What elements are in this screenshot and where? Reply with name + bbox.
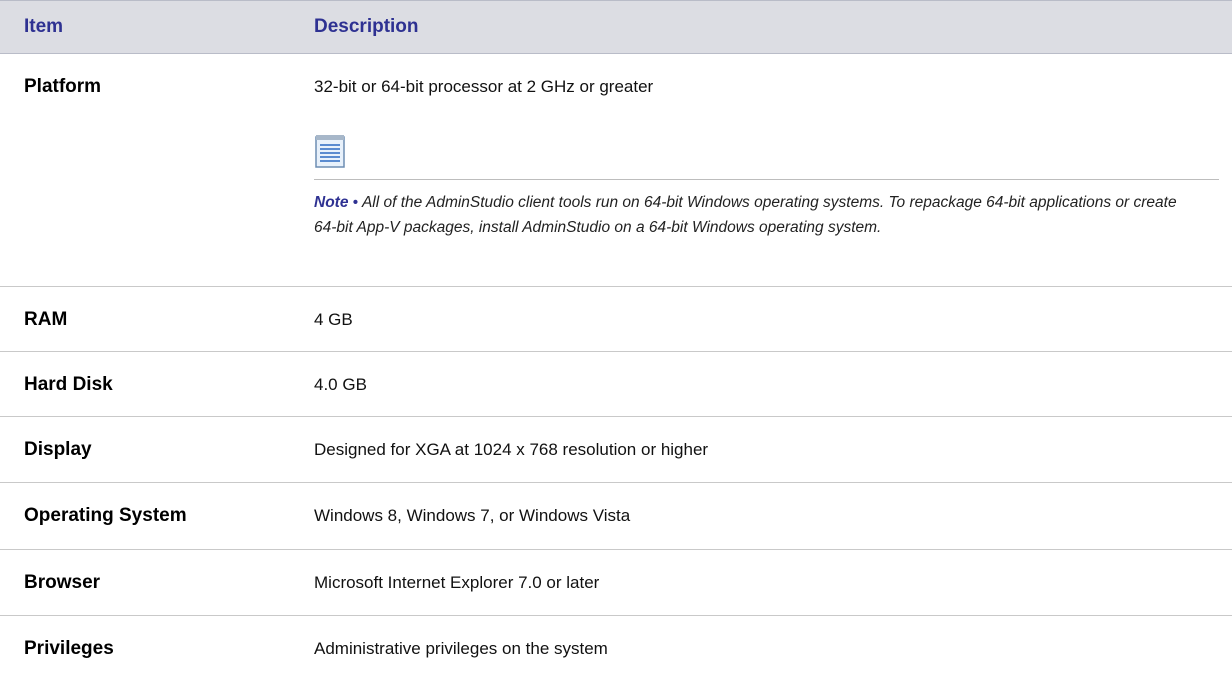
row-item-label: RAM (24, 309, 68, 330)
row-item-label: Platform (24, 76, 102, 97)
row-item-label: Display (24, 439, 92, 460)
note-text-block: Note • All of the AdminStudio client too… (314, 190, 1194, 240)
requirements-table: Item Description Platform 32-bit or 64-b… (0, 0, 1232, 692)
table-row-display: Display Designed for XGA at 1024 x 768 r… (0, 417, 1232, 483)
row-description: Microsoft Internet Explorer 7.0 or later (314, 573, 600, 592)
table-row-privileges: Privileges Administrative privileges on … (0, 616, 1232, 692)
row-item-label: Operating System (24, 505, 187, 526)
note-text: All of the AdminStudio client tools run … (314, 194, 1177, 236)
row-item-label: Browser (24, 572, 101, 593)
row-description: 32-bit or 64-bit processor at 2 GHz or g… (314, 77, 654, 96)
row-description: 4.0 GB (314, 375, 367, 394)
header-item: Item (24, 16, 64, 37)
table-row-browser: Browser Microsoft Internet Explorer 7.0 … (0, 550, 1232, 616)
row-description: Administrative privileges on the system (314, 639, 608, 658)
note-divider (314, 179, 1219, 180)
table-row-operating-system: Operating System Windows 8, Windows 7, o… (0, 483, 1232, 550)
table-row-platform: Platform 32-bit or 64-bit processor at 2… (0, 54, 1232, 287)
table-row-ram: RAM 4 GB (0, 287, 1232, 352)
note-label: Note (314, 194, 349, 211)
table-header: Item Description (0, 0, 1232, 54)
row-item-label: Privileges (24, 638, 114, 659)
row-description: 4 GB (314, 310, 353, 329)
row-description: Designed for XGA at 1024 x 768 resolutio… (314, 440, 709, 459)
row-item-label: Hard Disk (24, 374, 113, 395)
table-row-hard-disk: Hard Disk 4.0 GB (0, 352, 1232, 417)
note-bullet: • (352, 194, 359, 211)
row-description: Windows 8, Windows 7, or Windows Vista (314, 506, 631, 525)
note-icon (315, 135, 345, 168)
header-description: Description (314, 16, 419, 37)
